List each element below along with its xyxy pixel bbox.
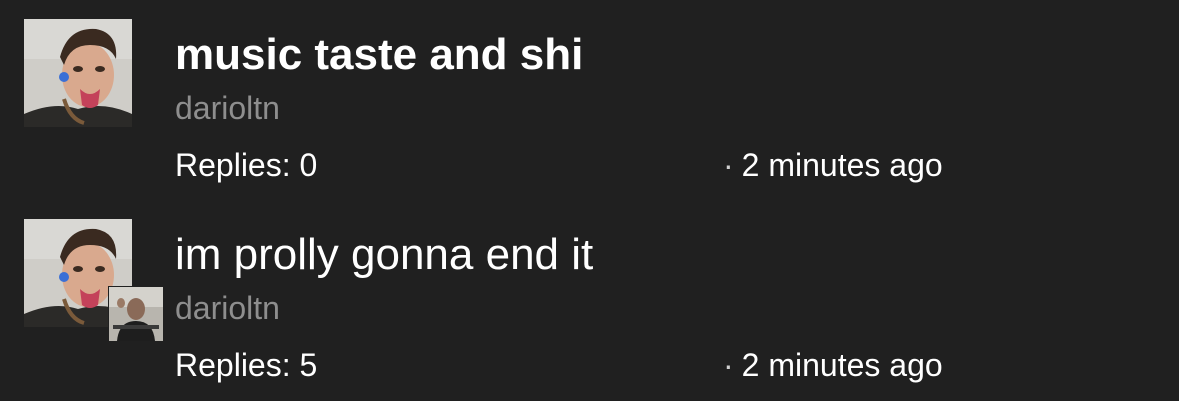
replier-photo-icon (109, 287, 163, 341)
timestamp-text: 2 minutes ago (741, 147, 943, 183)
thread-item[interactable]: im prolly gonna end it darioltn Replies:… (0, 200, 1179, 400)
thread-title[interactable]: im prolly gonna end it (175, 230, 593, 280)
thread-timestamp: · 2 minutes ago (723, 146, 943, 184)
separator-dot: · (723, 347, 734, 383)
separator-dot: · (723, 147, 734, 183)
thread-author[interactable]: darioltn (175, 289, 280, 327)
thread-item[interactable]: music taste and shi darioltn Replies: 0 … (0, 0, 1179, 200)
timestamp-text: 2 minutes ago (741, 347, 943, 383)
replier-avatar-icon[interactable] (108, 286, 164, 342)
thread-author[interactable]: darioltn (175, 89, 280, 127)
reply-count: Replies: 0 (175, 147, 318, 183)
thread-timestamp: · 2 minutes ago (723, 346, 943, 384)
user-avatar-icon[interactable] (24, 19, 132, 127)
reply-count: Replies: 5 (175, 347, 318, 383)
user-photo-icon (24, 19, 132, 127)
thread-title[interactable]: music taste and shi (175, 30, 583, 80)
